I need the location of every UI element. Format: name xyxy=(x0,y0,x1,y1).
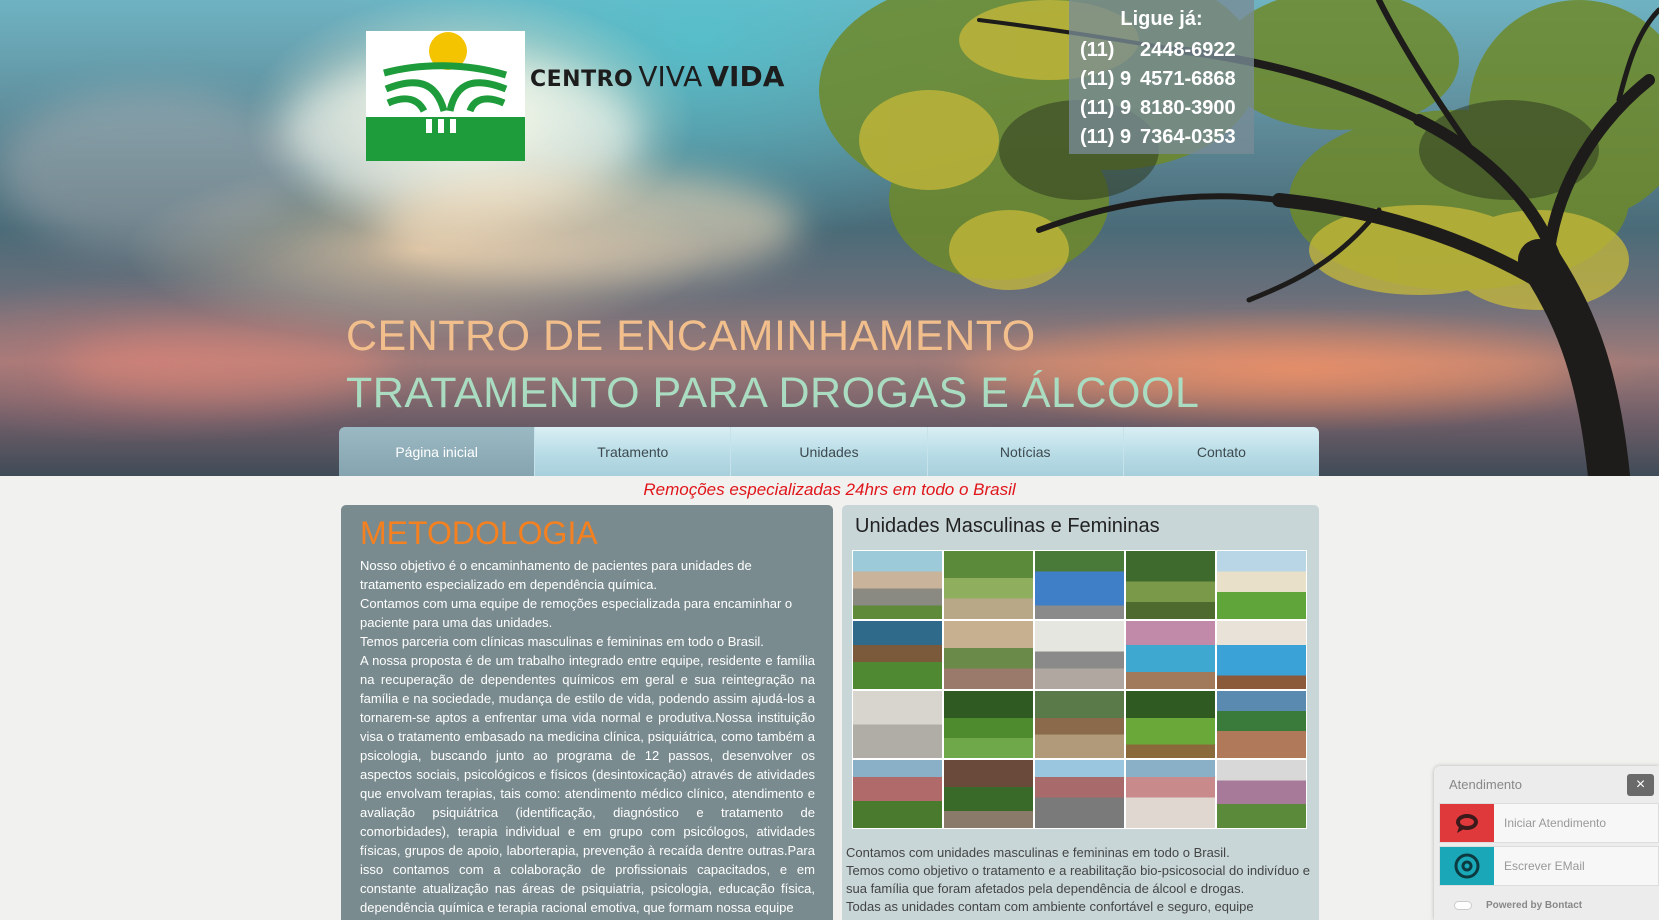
logo-emblem-icon xyxy=(366,32,525,161)
nav-item-unidades[interactable]: Unidades xyxy=(730,427,927,476)
nav-item-noticias[interactable]: Notícias xyxy=(926,427,1123,476)
gallery-photo[interactable] xyxy=(1035,620,1124,689)
nav-item-contato[interactable]: Contato xyxy=(1122,427,1319,476)
metodologia-paragraph: Nosso objetivo é o encaminhamento de pac… xyxy=(360,558,752,592)
gallery-photo[interactable] xyxy=(853,690,942,759)
gallery-photo[interactable] xyxy=(853,760,942,828)
gallery-photo[interactable] xyxy=(1126,620,1215,689)
logo-wordmark[interactable]: CENTRO VIVA VIDA xyxy=(530,60,784,93)
logo[interactable] xyxy=(366,31,525,161)
phone-number[interactable]: (11) 9 4571-6868 xyxy=(1069,65,1254,94)
hero-headline-1: CENTRO DE ENCAMINHAMENTO xyxy=(346,312,1036,360)
write-email-label: Escrever EMail xyxy=(1504,859,1585,873)
nav-item-home[interactable]: Página inicial xyxy=(339,427,535,476)
email-at-icon xyxy=(1440,847,1494,885)
gallery-photo[interactable] xyxy=(1126,551,1215,619)
chat-bubble-icon xyxy=(1440,804,1494,842)
logo-word-vida: VIDA xyxy=(707,60,785,93)
powered-toggle-icon xyxy=(1454,901,1472,910)
hero-banner: CENTRO VIVA VIDA Ligue já: (11) 2448-6922… xyxy=(0,0,1659,476)
metodologia-paragraph: Temos parceria com clínicas masculinas e… xyxy=(360,634,764,649)
unidades-title: Unidades Masculinas e Femininas xyxy=(855,515,1160,537)
unidades-desc-line: Temos como objetivo o tratamento e a rea… xyxy=(846,863,1310,896)
phone-box-title: Ligue já: xyxy=(1120,8,1203,30)
tagline: Remoções especializadas 24hrs em todo o … xyxy=(643,480,1016,499)
main-navigation: Página inicial Tratamento Unidades Notíc… xyxy=(339,427,1319,476)
chat-close-button[interactable]: × xyxy=(1627,774,1654,796)
phone-number[interactable]: (11) 9 8180-3900 xyxy=(1069,94,1254,123)
gallery-photo[interactable] xyxy=(1217,690,1306,759)
unidades-desc-line: Contamos com unidades masculinas e femin… xyxy=(846,845,1230,860)
metodologia-panel: METODOLOGIA Nosso objetivo é o encaminha… xyxy=(341,505,833,920)
gallery-photo[interactable] xyxy=(1217,551,1306,619)
metodologia-title: METODOLOGIA xyxy=(360,515,598,551)
photo-gallery xyxy=(852,550,1307,829)
metodologia-paragraph: Contamos com uma equipe de remoções espe… xyxy=(360,596,793,630)
gallery-photo[interactable] xyxy=(1035,551,1124,619)
gallery-photo[interactable] xyxy=(944,551,1033,619)
gallery-photo[interactable] xyxy=(1035,760,1124,828)
gallery-photo[interactable] xyxy=(1126,690,1215,759)
unidades-panel: Unidades Masculinas e Femininas Contamos… xyxy=(842,505,1319,920)
phone-number[interactable]: (11) 2448-6922 xyxy=(1069,36,1254,65)
start-chat-button[interactable]: Iniciar Atendimento xyxy=(1439,803,1659,843)
chat-widget-title: Atendimento xyxy=(1449,777,1522,792)
gallery-photo[interactable] xyxy=(853,620,942,689)
phone-box: Ligue já: (11) 2448-6922 (11) 9 4571-6868 … xyxy=(1069,0,1254,154)
cloud-decoration xyxy=(0,90,300,250)
gallery-photo[interactable] xyxy=(944,760,1033,828)
gallery-photo[interactable] xyxy=(944,620,1033,689)
logo-word-centro: CENTRO xyxy=(530,67,634,92)
cloud-decoration xyxy=(380,170,800,280)
start-chat-label: Iniciar Atendimento xyxy=(1504,816,1607,830)
chat-widget: Atendimento × Iniciar Atendimento Escrev… xyxy=(1434,766,1659,920)
phone-number[interactable]: (11) 9 7364-0353 xyxy=(1069,123,1254,152)
logo-word-viva: VIVA xyxy=(638,60,703,93)
gallery-photo[interactable] xyxy=(1217,620,1306,689)
gallery-photo[interactable] xyxy=(944,690,1033,759)
hero-headline-2: TRATAMENTO PARA DROGAS E ÁLCOOL xyxy=(346,369,1200,417)
write-email-button[interactable]: Escrever EMail xyxy=(1439,846,1659,886)
cloud-decoration xyxy=(60,330,390,400)
gallery-photo[interactable] xyxy=(1035,690,1124,759)
metodologia-paragraph: A nossa proposta é de um trabalho integr… xyxy=(360,653,815,915)
gallery-photo[interactable] xyxy=(1126,760,1215,828)
unidades-desc-line: Todas as unidades contam com ambiente co… xyxy=(846,899,1254,914)
powered-by-label[interactable]: Powered by Bontact xyxy=(1486,900,1582,911)
gallery-photo[interactable] xyxy=(1217,760,1306,828)
nav-item-tratamento[interactable]: Tratamento xyxy=(534,427,731,476)
gallery-photo[interactable] xyxy=(853,551,942,619)
unidades-description: Contamos com unidades masculinas e femin… xyxy=(846,844,1314,916)
